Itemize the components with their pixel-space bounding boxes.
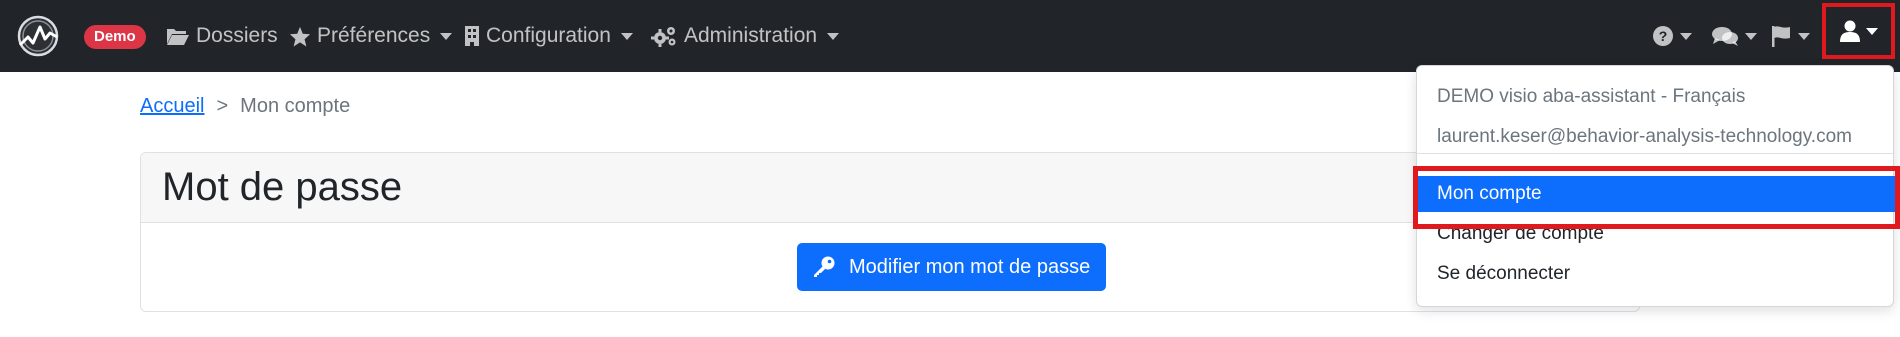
folder-open-icon — [167, 29, 189, 45]
dropdown-item-changer-compte[interactable]: Changer de compte — [1417, 216, 1895, 252]
cogs-icon — [651, 27, 676, 47]
messages-menu-button[interactable] — [1711, 0, 1757, 72]
chevron-down-icon — [1745, 32, 1757, 40]
help-menu-button[interactable]: ? — [1652, 0, 1692, 72]
dropdown-item-label: Changer de compte — [1437, 223, 1604, 244]
user-dropdown-menu: DEMO visio aba-assistant - Français laur… — [1416, 65, 1895, 307]
breadcrumb-home-link[interactable]: Accueil — [140, 95, 204, 118]
dropdown-item-label: Mon compte — [1437, 183, 1542, 204]
change-password-button[interactable]: Modifier mon mot de passe — [797, 243, 1107, 291]
dropdown-item-label: Se déconnecter — [1437, 263, 1571, 284]
dropdown-item-mon-compte[interactable]: Mon compte — [1417, 176, 1895, 212]
building-icon — [465, 26, 479, 46]
chevron-down-icon — [620, 32, 633, 40]
dropdown-email: laurent.keser@behavior-analysis-technolo… — [1437, 126, 1852, 147]
flag-icon — [1772, 26, 1790, 47]
nav-dossiers[interactable]: Dossiers — [166, 0, 278, 72]
comments-icon — [1712, 27, 1738, 46]
nav-preferences-label: Préférences — [317, 24, 431, 47]
star-icon — [289, 26, 311, 47]
nav-dossiers-label: Dossiers — [196, 24, 278, 47]
language-menu-button[interactable] — [1770, 0, 1810, 72]
chevron-down-icon — [1680, 32, 1692, 40]
card-title: Mot de passe — [162, 165, 403, 209]
change-password-label: Modifier mon mot de passe — [849, 255, 1091, 278]
dropdown-account-name: DEMO visio aba-assistant - Français — [1437, 86, 1746, 107]
nav-preferences[interactable]: Préférences — [289, 0, 453, 72]
breadcrumb: Accueil > Mon compte — [140, 95, 350, 118]
nav-administration-label: Administration — [684, 24, 818, 47]
breadcrumb-current: Mon compte — [240, 95, 351, 117]
chevron-down-icon — [440, 32, 453, 40]
chevron-down-icon — [1865, 27, 1878, 35]
nav-configuration-label: Configuration — [486, 24, 611, 47]
app-logo[interactable] — [16, 15, 60, 57]
user-icon — [1839, 20, 1860, 42]
top-navbar: Demo Dossiers Préférences Configuration … — [0, 0, 1900, 72]
user-menu-button[interactable] — [1822, 3, 1895, 59]
dropdown-divider — [1417, 153, 1893, 154]
chevron-down-icon — [1798, 32, 1810, 40]
breadcrumb-separator: > — [216, 95, 229, 117]
nav-configuration[interactable]: Configuration — [464, 0, 633, 72]
logo-icon — [17, 15, 59, 57]
password-card: Mot de passe Modifier mon mot de passe — [140, 152, 1640, 312]
card-header: Mot de passe — [141, 153, 1639, 223]
help-icon: ? — [1653, 26, 1673, 46]
svg-text:?: ? — [1659, 28, 1668, 44]
chevron-down-icon — [827, 32, 840, 40]
card-body: Modifier mon mot de passe — [141, 223, 1639, 311]
key-icon — [814, 256, 835, 277]
dropdown-item-deconnecter[interactable]: Se déconnecter — [1417, 256, 1895, 292]
demo-badge: Demo — [84, 25, 146, 49]
nav-administration[interactable]: Administration — [650, 0, 840, 72]
